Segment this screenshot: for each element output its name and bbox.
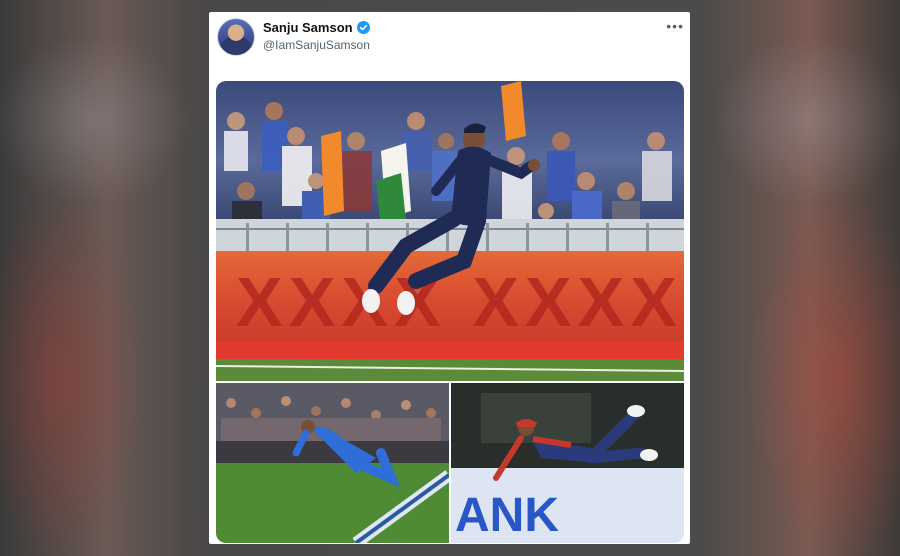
boundary-board-text: XXXX XXXX [236,263,683,341]
display-name[interactable]: Sanju Samson [263,20,353,35]
photo-diving-catch-main[interactable]: XXXX XXXX [216,81,684,381]
tweet-media-grid[interactable]: XXXX XXXX ANK [216,81,684,543]
user-handle[interactable]: @IamSanjuSamson [263,38,370,52]
tweet-author[interactable]: Sanju Samson [263,20,370,35]
advertising-board-text: ANK [455,489,559,542]
profile-avatar[interactable] [217,18,255,56]
tweet-card[interactable]: Sanju Samson @IamSanjuSamson ••• XXXX XX… [209,12,690,544]
photo-diving-catch-right[interactable]: ANK [451,383,684,543]
verified-badge-icon [356,21,370,34]
photo-diving-catch-left[interactable] [216,383,449,543]
more-options-icon[interactable]: ••• [666,18,684,34]
